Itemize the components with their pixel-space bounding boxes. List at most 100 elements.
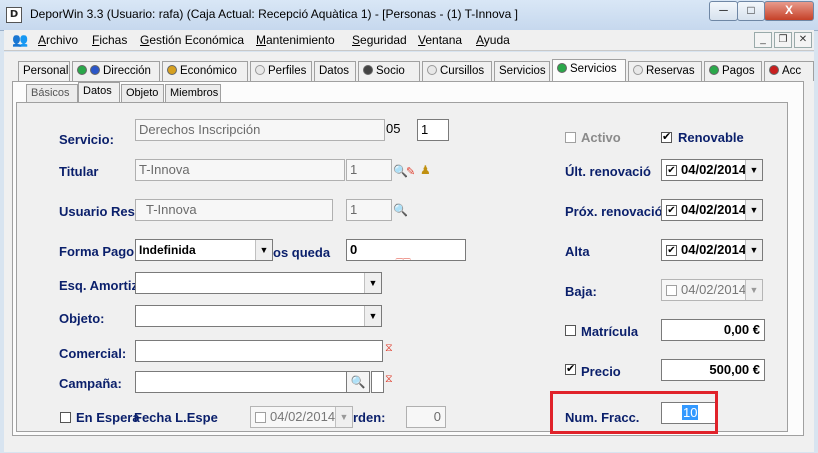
subtab-objeto[interactable]: Objeto	[121, 84, 164, 103]
users-icon: 👥	[12, 32, 29, 47]
titular-label: Titular	[59, 164, 99, 179]
tab-cursillos[interactable]: Cursillos	[422, 61, 492, 81]
app-icon: D	[6, 7, 22, 23]
dark-dot-icon	[363, 65, 373, 75]
date-checkbox[interactable]: ✔	[666, 205, 677, 216]
tab-direccion[interactable]: Dirección	[72, 61, 160, 81]
titular-field[interactable]: T-Innova	[135, 159, 345, 181]
subtab-miembros[interactable]: Miembros	[165, 84, 221, 103]
precio-field[interactable]: 500,00 €	[661, 359, 765, 381]
comercial-field[interactable]	[135, 340, 383, 362]
tab-servicios-plain[interactable]: Servicios	[494, 61, 550, 81]
empty-dot-icon	[427, 65, 437, 75]
menu-ventana[interactable]: Ventana	[418, 33, 462, 47]
chevron-down-icon: ▼	[364, 273, 381, 293]
precio-label: Precio	[581, 364, 621, 379]
subtab-datos[interactable]: Datos	[78, 82, 120, 103]
fecha-espera-value: 04/02/2014	[270, 409, 336, 424]
tab-personal[interactable]: Personal	[18, 61, 70, 81]
objeto-label: Objeto:	[59, 311, 105, 326]
titular-num-field[interactable]: 1	[346, 159, 392, 181]
chevron-down-icon: ▼	[745, 200, 762, 220]
tab-pagos[interactable]: Pagos	[704, 61, 762, 81]
green-dot-icon	[77, 65, 87, 75]
menu-mantenimiento[interactable]: Mantenimiento	[256, 33, 335, 47]
fecha-espera-date[interactable]: 04/02/2014 ▼	[250, 406, 353, 428]
servicio-qty-field[interactable]: 1	[417, 119, 449, 141]
tab-datos[interactable]: Datos	[314, 61, 356, 81]
forma-pago-label: Forma Pago	[59, 244, 135, 259]
subtab-basicos[interactable]: Básicos	[26, 84, 78, 103]
alta-label: Alta	[565, 244, 590, 259]
date-checkbox[interactable]: ✔	[666, 165, 677, 176]
link-icon: ⧖	[385, 342, 393, 354]
date-checkbox[interactable]: ✔	[666, 245, 677, 256]
chevron-down-icon: ▼	[255, 240, 272, 260]
close-button[interactable]: X	[764, 1, 814, 21]
prox-renovacion-date[interactable]: ✔ 04/02/2014 ▼	[661, 199, 763, 221]
orden-field[interactable]: 0	[406, 406, 446, 428]
matricula-label: Matrícula	[581, 324, 639, 339]
forma-pago-select[interactable]: Indefinida ▼	[135, 239, 273, 261]
precio-checkbox[interactable]: ✔	[565, 364, 576, 375]
activo-label: Activo	[581, 130, 621, 145]
usuario-num-field[interactable]: 1	[346, 199, 392, 221]
link-icon: ⁀⁀	[396, 258, 411, 268]
minimize-button[interactable]: ─	[709, 1, 738, 21]
servicio-label: Servicio:	[59, 132, 114, 147]
esq-amortiz-select[interactable]: ▼	[135, 272, 382, 294]
tab-servicios[interactable]: Servicios	[552, 59, 626, 82]
matricula-checkbox[interactable]	[565, 325, 576, 336]
blue-dot-icon	[90, 65, 100, 75]
matricula-field[interactable]: 0,00 €	[661, 319, 765, 341]
window-title: DeporWin 3.3 (Usuario: rafa) (Caja Actua…	[30, 7, 518, 21]
search-icon[interactable]: 🔍	[393, 203, 408, 217]
alta-value: 04/02/2014	[681, 242, 747, 257]
servicio-field[interactable]: Derechos Inscripción	[135, 119, 385, 141]
menu-seguridad[interactable]: Seguridad	[352, 33, 407, 47]
prox-renovacion-value: 04/02/2014	[681, 202, 747, 217]
fecha-espera-label: Fecha L.Espe	[134, 410, 218, 425]
tab-perfiles[interactable]: Perfiles	[250, 61, 312, 81]
campana-extra-field[interactable]	[371, 371, 384, 393]
usuario-label: Usuario Res	[59, 204, 135, 219]
mdi-restore-button[interactable]: ❐	[774, 32, 792, 48]
ult-renovacion-date[interactable]: ✔ 04/02/2014 ▼	[661, 159, 763, 181]
tab-socio[interactable]: Socio	[358, 61, 420, 81]
date-checkbox[interactable]	[666, 285, 677, 296]
en-espera-checkbox[interactable]	[60, 412, 71, 423]
mdi-minimize-button[interactable]: _	[754, 32, 772, 48]
empty-dot-icon	[255, 65, 265, 75]
baja-label: Baja:	[565, 284, 597, 299]
en-espera-label: En Espera	[76, 410, 140, 425]
objeto-select[interactable]: ▼	[135, 305, 382, 327]
maximize-button[interactable]: □	[737, 1, 765, 21]
menu-ayuda[interactable]: Ayuda	[476, 33, 510, 47]
renovable-checkbox[interactable]: ✔	[661, 132, 672, 143]
baja-date[interactable]: 04/02/2014 ▼	[661, 279, 763, 301]
alta-date[interactable]: ✔ 04/02/2014 ▼	[661, 239, 763, 261]
mdi-close-button[interactable]: ✕	[794, 32, 812, 48]
menu-fichas[interactable]: Fichas	[92, 33, 127, 47]
chevron-down-icon: ▼	[335, 407, 352, 427]
campana-search-button[interactable]: 🔍	[346, 371, 370, 393]
campana-field[interactable]	[135, 371, 347, 393]
usuario-field[interactable]: T-Innova	[135, 199, 333, 221]
plazos-label: os queda	[273, 245, 331, 260]
tab-reservas[interactable]: Reservas	[628, 61, 702, 81]
empty-dot-icon	[633, 65, 643, 75]
green-dot-icon	[709, 65, 719, 75]
edit-icon[interactable]: ✎	[406, 165, 415, 178]
menu-bar: 👥 Archivo Fichas Gestión Económica Mante…	[4, 30, 814, 51]
baja-value: 04/02/2014	[681, 282, 747, 297]
activo-checkbox[interactable]	[565, 132, 576, 143]
person-icon[interactable]: ♟	[420, 163, 431, 177]
tab-economico[interactable]: Económico	[162, 61, 248, 81]
menu-gestion-economica[interactable]: Gestión Económica	[140, 33, 244, 47]
date-checkbox[interactable]	[255, 412, 266, 423]
search-icon: 🔍	[350, 375, 366, 389]
tab-acc[interactable]: Acc	[764, 61, 814, 81]
menu-archivo[interactable]: Archivo	[38, 33, 78, 47]
prox-renovacion-label: Próx. renovació	[565, 204, 663, 219]
comercial-label: Comercial:	[59, 346, 127, 361]
